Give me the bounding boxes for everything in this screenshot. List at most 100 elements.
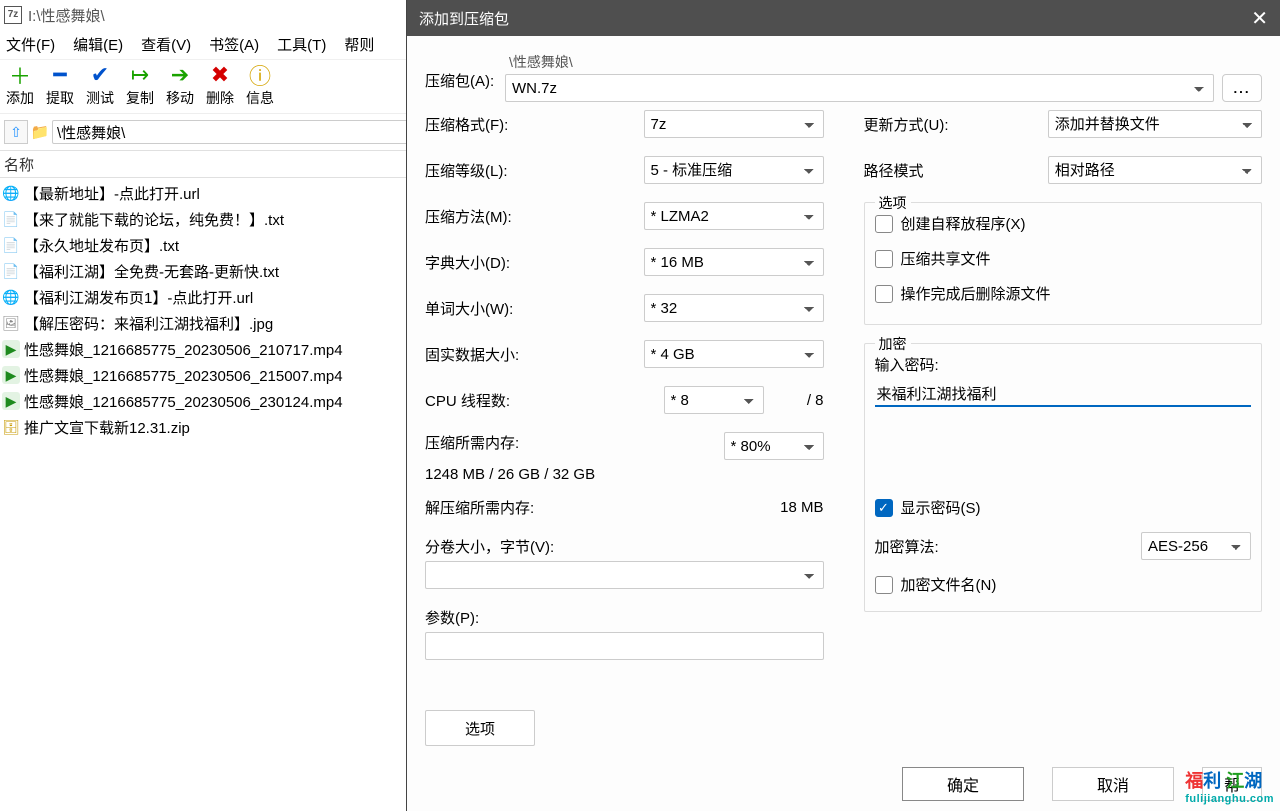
encryption-legend: 加密: [875, 334, 911, 354]
file-name: 【福利江湖】全免费-无套路-更新快.txt: [24, 261, 279, 282]
params-input[interactable]: [425, 632, 824, 660]
file-name: 推广文宣下载新12.31.zip: [24, 417, 190, 438]
file-icon: 📄: [2, 262, 20, 280]
dict-label: 字典大小(D):: [425, 252, 644, 273]
update-select[interactable]: 添加并替换文件: [1048, 110, 1262, 138]
toolbar-移动[interactable]: ➔移动: [160, 62, 200, 108]
file-name: 【来了就能下载的论坛，纯免费！】.txt: [24, 209, 284, 230]
file-icon: 🖼: [2, 314, 20, 332]
toolbar-icon: ━: [40, 62, 80, 88]
toolbar-icon: ⓘ: [240, 62, 280, 88]
add-to-archive-dialog: 添加到压缩包 ✕ 压缩包(A): \性感舞娘\ WN.7z ... 压缩格式(F…: [406, 0, 1280, 811]
toolbar-label: 移动: [160, 88, 200, 108]
sfx-label: 创建自释放程序(X): [901, 213, 1026, 234]
file-name: 【永久地址发布页】.txt: [24, 235, 179, 256]
menu-item[interactable]: 文件(F): [6, 34, 55, 55]
file-name: 【解压密码：来福利江湖找福利】.jpg: [24, 313, 273, 334]
show-password-label: 显示密码(S): [901, 497, 981, 518]
dict-select[interactable]: * 16 MB: [644, 248, 824, 276]
file-icon: ▶: [2, 366, 20, 384]
encrypt-names-checkbox[interactable]: [875, 576, 893, 594]
options-group: 选项 创建自释放程序(X) 压缩共享文件 操作完成后删除源文件: [864, 202, 1263, 325]
app-logo-icon: 7z: [4, 6, 22, 24]
menu-item[interactable]: 查看(V): [141, 34, 191, 55]
archive-label: 压缩包(A):: [425, 52, 505, 91]
split-select[interactable]: [425, 561, 824, 589]
split-label: 分卷大小，字节(V):: [425, 536, 824, 557]
watermark: 福利 江湖 fulijianghu.com: [1185, 767, 1274, 805]
browse-button[interactable]: ...: [1222, 74, 1262, 102]
file-icon: ▶: [2, 340, 20, 358]
dialog-title: 添加到压缩包: [419, 8, 509, 29]
mem-compress-value: 1248 MB / 26 GB / 32 GB: [425, 466, 824, 483]
solid-select[interactable]: * 4 GB: [644, 340, 824, 368]
word-label: 单词大小(W):: [425, 298, 644, 319]
menu-item[interactable]: 编辑(E): [73, 34, 123, 55]
cancel-button[interactable]: 取消: [1052, 767, 1174, 801]
toolbar-复制[interactable]: ↦复制: [120, 62, 160, 108]
threads-select[interactable]: * 8: [664, 386, 764, 414]
sfx-checkbox[interactable]: [875, 215, 893, 233]
ok-button[interactable]: 确定: [902, 767, 1024, 801]
file-name: 性感舞娘_1216685775_20230506_230124.mp4: [24, 391, 343, 412]
pathmode-label: 路径模式: [864, 160, 1048, 181]
toolbar-信息[interactable]: ⓘ信息: [240, 62, 280, 108]
toolbar-label: 添加: [0, 88, 40, 108]
encrypt-names-label: 加密文件名(N): [901, 574, 997, 595]
mem-compress-label: 压缩所需内存:: [425, 432, 574, 453]
file-icon: 🌐: [2, 288, 20, 306]
toolbar-icon: ＋: [0, 62, 40, 88]
toolbar-label: 提取: [40, 88, 80, 108]
up-icon[interactable]: ⇧: [4, 120, 28, 144]
file-name: 性感舞娘_1216685775_20230506_210717.mp4: [24, 339, 343, 360]
pathmode-select[interactable]: 相对路径: [1048, 156, 1262, 184]
show-password-checkbox[interactable]: ✓: [875, 499, 893, 517]
toolbar-icon: ✔: [80, 62, 120, 88]
method-label: 压缩方法(M):: [425, 206, 644, 227]
encryption-group: 加密 输入密码: ✓显示密码(S) 加密算法: AES-256 加密文件名(N): [864, 343, 1263, 612]
menu-item[interactable]: 工具(T): [277, 34, 326, 55]
close-icon[interactable]: ✕: [1251, 6, 1268, 31]
threads-label: CPU 线程数:: [425, 390, 664, 411]
toolbar-icon: ✖: [200, 62, 240, 88]
shared-label: 压缩共享文件: [901, 248, 991, 269]
password-label: 输入密码:: [875, 354, 1252, 375]
mem-decompress-value: 18 MB: [780, 499, 823, 516]
archive-name-input[interactable]: WN.7z: [505, 74, 1214, 102]
password-input[interactable]: [875, 381, 1252, 407]
file-name: 性感舞娘_1216685775_20230506_215007.mp4: [24, 365, 343, 386]
delete-label: 操作完成后删除源文件: [901, 283, 1051, 304]
menu-item[interactable]: 帮则: [344, 34, 374, 55]
toolbar-添加[interactable]: ＋添加: [0, 62, 40, 108]
shared-checkbox[interactable]: [875, 250, 893, 268]
file-icon: 🗄: [2, 418, 20, 436]
method-select[interactable]: * LZMA2: [644, 202, 824, 230]
enc-alg-select[interactable]: AES-256: [1141, 532, 1251, 560]
delete-checkbox[interactable]: [875, 285, 893, 303]
dialog-titlebar: 添加到压缩包 ✕: [407, 0, 1280, 36]
toolbar-删除[interactable]: ✖删除: [200, 62, 240, 108]
level-label: 压缩等级(L):: [425, 160, 644, 181]
toolbar-label: 删除: [200, 88, 240, 108]
toolbar-label: 信息: [240, 88, 280, 108]
toolbar-提取[interactable]: ━提取: [40, 62, 80, 108]
word-select[interactable]: * 32: [644, 294, 824, 322]
params-label: 参数(P):: [425, 607, 824, 628]
file-name: 【福利江湖发布页1】-点此打开.url: [24, 287, 253, 308]
mem-decompress-label: 解压缩所需内存:: [425, 497, 780, 518]
menu-item[interactable]: 书签(A): [209, 34, 259, 55]
file-name: 【最新地址】-点此打开.url: [24, 183, 200, 204]
options-button[interactable]: 选项: [425, 710, 535, 746]
file-icon: 📄: [2, 210, 20, 228]
threads-max: / 8: [764, 392, 824, 409]
folder-icon: 📁: [30, 122, 50, 142]
level-select[interactable]: 5 - 标准压缩: [644, 156, 824, 184]
toolbar-测试[interactable]: ✔测试: [80, 62, 120, 108]
enc-alg-label: 加密算法:: [875, 536, 1134, 557]
toolbar-icon: ➔: [160, 62, 200, 88]
toolbar-label: 复制: [120, 88, 160, 108]
format-select[interactable]: 7z: [644, 110, 824, 138]
mem-pct-select[interactable]: * 80%: [724, 432, 824, 460]
main-title: I:\性感舞娘\: [28, 5, 105, 26]
toolbar-label: 测试: [80, 88, 120, 108]
